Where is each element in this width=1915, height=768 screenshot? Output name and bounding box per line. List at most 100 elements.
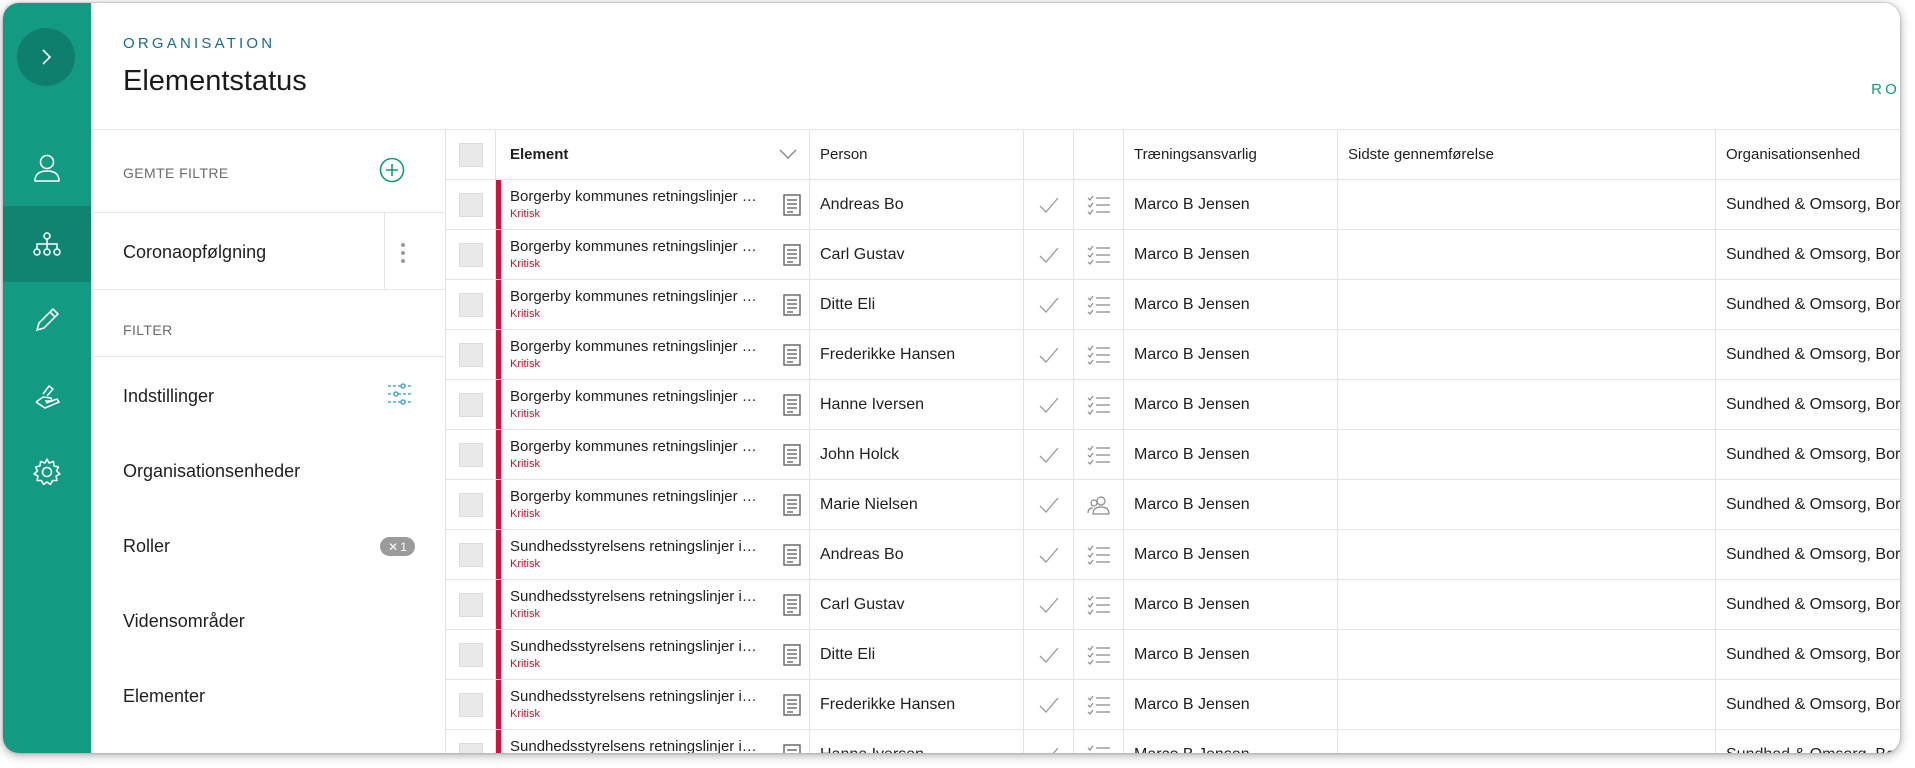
filter-settings-button[interactable] <box>387 383 413 410</box>
roles-filter-badge[interactable]: ✕ 1 <box>380 537 415 556</box>
table-row[interactable]: Borgerby kommunes retningslinjer for Cor… <box>446 480 1900 530</box>
header-action-link[interactable]: RO <box>1871 81 1900 98</box>
person-cell[interactable]: Frederikke Hansen <box>810 330 1024 380</box>
trainer-cell[interactable]: Marco B Jensen <box>1124 230 1338 280</box>
row-checkbox[interactable] <box>458 692 483 717</box>
document-icon[interactable] <box>783 244 801 266</box>
person-cell[interactable]: Marie Nielsen <box>810 480 1024 530</box>
element-cell[interactable]: Sundhedsstyrelsens retningslinjer i forh… <box>496 580 810 630</box>
rail-item-organisation[interactable] <box>3 206 91 282</box>
element-cell[interactable]: Borgerby kommunes retningslinjer for Cor… <box>496 480 810 530</box>
row-checkbox[interactable] <box>458 342 483 367</box>
mode-cell[interactable] <box>1074 380 1124 430</box>
person-cell[interactable]: Hanne Iversen <box>810 730 1024 753</box>
row-checkbox[interactable] <box>458 542 483 567</box>
filter-item-settings[interactable]: Indstillinger <box>123 386 214 407</box>
mode-cell[interactable] <box>1074 680 1124 730</box>
column-header-org-unit[interactable]: Organisationsenhed <box>1716 130 1900 180</box>
document-icon[interactable] <box>783 744 801 753</box>
status-cell[interactable] <box>1024 530 1074 580</box>
table-row[interactable]: Sundhedsstyrelsens retningslinjer i forh… <box>446 680 1900 730</box>
status-cell[interactable] <box>1024 430 1074 480</box>
add-filter-button[interactable] <box>379 157 405 188</box>
row-checkbox[interactable] <box>458 492 483 517</box>
row-checkbox[interactable] <box>458 392 483 417</box>
column-header-person[interactable]: Person <box>810 130 1024 180</box>
trainer-cell[interactable]: Marco B Jensen <box>1124 380 1338 430</box>
person-cell[interactable]: Ditte Eli <box>810 630 1024 680</box>
org-unit-cell[interactable]: Sundhed & Omsorg, Borgerby <box>1716 330 1900 380</box>
org-unit-cell[interactable]: Sundhed & Omsorg, Borgerby <box>1716 680 1900 730</box>
org-unit-cell[interactable]: Sundhed & Omsorg, Borgerby <box>1716 430 1900 480</box>
expand-nav-button[interactable] <box>17 28 75 86</box>
mode-cell[interactable] <box>1074 580 1124 630</box>
org-unit-cell[interactable]: Sundhed & Omsorg, Borgerby <box>1716 480 1900 530</box>
table-row[interactable]: Borgerby kommunes retningslinjer for Cor… <box>446 180 1900 230</box>
row-checkbox[interactable] <box>458 442 483 467</box>
person-cell[interactable]: Ditte Eli <box>810 280 1024 330</box>
row-checkbox[interactable] <box>458 642 483 667</box>
document-icon[interactable] <box>783 644 801 666</box>
row-checkbox[interactable] <box>458 192 483 217</box>
element-cell[interactable]: Borgerby kommunes retningslinjer for Cor… <box>496 280 810 330</box>
saved-filter-menu-button[interactable] <box>389 233 417 273</box>
status-cell[interactable] <box>1024 580 1074 630</box>
org-unit-cell[interactable]: Sundhed & Omsorg, Borgerby <box>1716 180 1900 230</box>
table-row[interactable]: Borgerby kommunes retningslinjer for Cor… <box>446 280 1900 330</box>
org-unit-cell[interactable]: Sundhed & Omsorg, Borgerby <box>1716 630 1900 680</box>
element-cell[interactable]: Sundhedsstyrelsens retningslinjer i forh… <box>496 680 810 730</box>
element-cell[interactable]: Borgerby kommunes retningslinjer for Cor… <box>496 430 810 480</box>
mode-cell[interactable] <box>1074 630 1124 680</box>
element-cell[interactable]: Sundhedsstyrelsens retningslinjer i forh… <box>496 530 810 580</box>
person-cell[interactable]: Frederikke Hansen <box>810 680 1024 730</box>
table-row[interactable]: Borgerby kommunes retningslinjer for Cor… <box>446 330 1900 380</box>
filter-item-knowledge-areas[interactable]: Vidensområder <box>123 611 245 632</box>
document-icon[interactable] <box>783 344 801 366</box>
rail-item-profile[interactable] <box>3 130 91 206</box>
person-cell[interactable]: Andreas Bo <box>810 530 1024 580</box>
table-row[interactable]: Sundhedsstyrelsens retningslinjer i forh… <box>446 580 1900 630</box>
filter-item-elements[interactable]: Elementer <box>123 686 205 707</box>
trainer-cell[interactable]: Marco B Jensen <box>1124 330 1338 380</box>
trainer-cell[interactable]: Marco B Jensen <box>1124 730 1338 753</box>
org-unit-cell[interactable]: Sundhed & Omsorg, Borgerby <box>1716 730 1900 754</box>
org-unit-cell[interactable]: Sundhed & Omsorg, Borgerby <box>1716 230 1900 280</box>
org-unit-cell[interactable]: Sundhed & Omsorg, Borgerby <box>1716 380 1900 430</box>
document-icon[interactable] <box>783 194 801 216</box>
person-cell[interactable]: Andreas Bo <box>810 180 1024 230</box>
mode-cell[interactable] <box>1074 280 1124 330</box>
rail-item-training[interactable] <box>3 358 91 434</box>
mode-cell[interactable] <box>1074 730 1124 753</box>
table-row[interactable]: Borgerby kommunes retningslinjer for Cor… <box>446 430 1900 480</box>
mode-cell[interactable] <box>1074 430 1124 480</box>
document-icon[interactable] <box>783 394 801 416</box>
rail-item-edit[interactable] <box>3 282 91 358</box>
table-row[interactable]: Sundhedsstyrelsens retningslinjer i forh… <box>446 730 1900 753</box>
saved-filter-item[interactable]: Coronaopfølgning <box>123 242 266 263</box>
org-unit-cell[interactable]: Sundhed & Omsorg, Borgerby <box>1716 530 1900 580</box>
column-header-element[interactable]: Element <box>496 130 810 180</box>
person-cell[interactable]: Hanne Iversen <box>810 380 1024 430</box>
element-cell[interactable]: Borgerby kommunes retningslinjer for Cor… <box>496 330 810 380</box>
trainer-cell[interactable]: Marco B Jensen <box>1124 530 1338 580</box>
person-cell[interactable]: Carl Gustav <box>810 580 1024 630</box>
document-icon[interactable] <box>783 594 801 616</box>
rail-item-settings[interactable] <box>3 434 91 510</box>
table-row[interactable]: Borgerby kommunes retningslinjer for Cor… <box>446 230 1900 280</box>
table-row[interactable]: Borgerby kommunes retningslinjer for Cor… <box>446 380 1900 430</box>
row-checkbox[interactable] <box>458 292 483 317</box>
document-icon[interactable] <box>783 444 801 466</box>
column-header-last-completion[interactable]: Sidste gennemførelse <box>1338 130 1716 180</box>
status-cell[interactable] <box>1024 730 1074 753</box>
row-checkbox[interactable] <box>458 242 483 267</box>
chevron-down-icon[interactable] <box>779 148 797 160</box>
person-cell[interactable]: Carl Gustav <box>810 230 1024 280</box>
org-unit-cell[interactable]: Sundhed & Omsorg, Borgerby <box>1716 580 1900 630</box>
status-cell[interactable] <box>1024 330 1074 380</box>
document-icon[interactable] <box>783 494 801 516</box>
status-cell[interactable] <box>1024 630 1074 680</box>
mode-cell[interactable] <box>1074 180 1124 230</box>
document-icon[interactable] <box>783 694 801 716</box>
status-cell[interactable] <box>1024 230 1074 280</box>
person-cell[interactable]: John Holck <box>810 430 1024 480</box>
